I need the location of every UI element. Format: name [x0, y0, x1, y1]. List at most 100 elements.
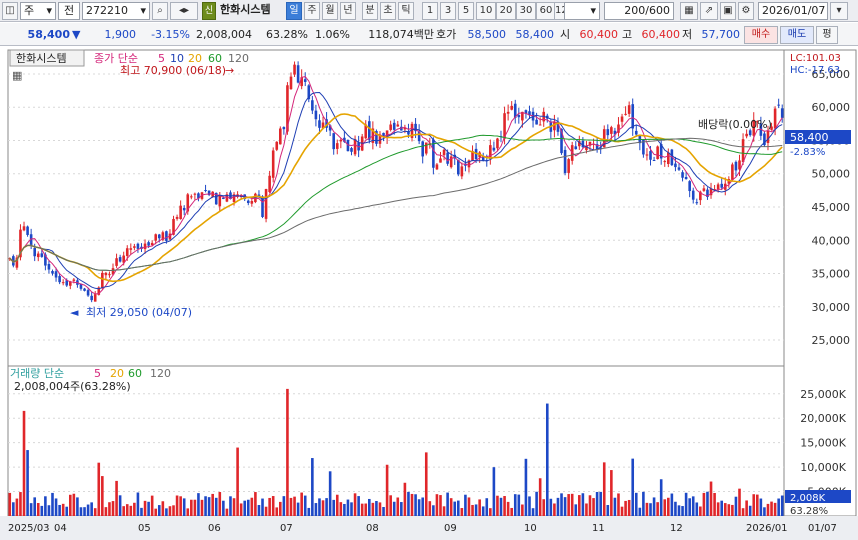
volume-bar	[624, 500, 627, 516]
price-tick-label: 60,000	[812, 101, 851, 114]
volume-bar	[467, 497, 471, 516]
sell-button[interactable]: 매도	[780, 26, 814, 44]
candle-body	[563, 149, 567, 174]
volume-bar	[645, 502, 649, 516]
candle-body	[204, 190, 207, 192]
candle-body	[392, 122, 396, 130]
period-tab-1[interactable]: 일	[286, 2, 302, 20]
interval-10[interactable]: 10	[476, 2, 496, 20]
interval-60[interactable]: 60	[536, 2, 556, 20]
prev-next-icon[interactable]: ◂▸	[170, 2, 198, 20]
volume-bar	[86, 504, 90, 516]
volume-tick-label: 15,000K	[800, 437, 846, 450]
volume-bar	[531, 508, 535, 516]
window-icon[interactable]: ◫	[2, 2, 18, 20]
period-tab-4[interactable]: 년	[340, 2, 356, 20]
last-price-label: 58,400	[790, 131, 829, 144]
stock-code-value: 272210	[86, 4, 128, 17]
stock-code-input[interactable]: 272210 ▾	[82, 2, 150, 20]
volume-bar	[756, 494, 759, 516]
volume-bar	[492, 467, 496, 516]
volume-bar	[588, 495, 592, 516]
volume-bar	[254, 492, 257, 516]
volume-bar	[346, 499, 350, 516]
calendar-icon[interactable]: ▾	[830, 2, 848, 20]
gear-icon[interactable]: ⚙	[738, 2, 754, 20]
period-tab-6[interactable]: 초	[380, 2, 396, 20]
volume-bar	[656, 502, 659, 516]
volume-tick-label: 20,000K	[800, 412, 846, 425]
current-price: 58,400	[27, 28, 70, 41]
volume-bar	[538, 478, 542, 516]
candle-body	[435, 164, 439, 170]
candle-body	[136, 243, 140, 249]
volume-bar	[638, 507, 642, 516]
candle-body	[133, 246, 136, 248]
eval-button[interactable]: 평	[816, 26, 838, 44]
chart-kind-select[interactable]: 전	[58, 2, 80, 20]
volume-bar	[136, 492, 140, 516]
volume-bar	[51, 492, 54, 516]
candle-body	[293, 64, 296, 75]
interval-30[interactable]: 30	[516, 2, 536, 20]
volume-bar	[193, 499, 197, 516]
count-input[interactable]: 200/600	[604, 2, 674, 20]
volume-tick-label: 25,000K	[800, 388, 846, 401]
legend-vol-ma-5: 5	[94, 367, 101, 380]
last-rate-label: -2.83%	[790, 147, 825, 158]
interval-20[interactable]: 20	[496, 2, 516, 20]
period-tab-3[interactable]: 월	[322, 2, 338, 20]
candle-body	[101, 272, 104, 288]
volume-bar	[321, 500, 325, 516]
volume-bar	[382, 506, 385, 516]
volume-bar	[143, 500, 147, 516]
chart-tool-icon[interactable]: ⇗	[700, 2, 718, 20]
candle-body	[61, 282, 65, 284]
volume-bar	[748, 505, 752, 516]
date-input[interactable]: 2026/01/07	[758, 2, 828, 20]
stock-chart[interactable]: 25,00030,00035,00040,00045,00050,00055,0…	[0, 46, 858, 540]
volume-bar	[236, 447, 239, 516]
candle-body	[695, 202, 699, 204]
volume-bar	[207, 497, 211, 516]
candle-body	[510, 105, 513, 110]
search-icon[interactable]: ⌕	[152, 2, 168, 20]
candle-body	[567, 159, 570, 173]
volume-bar	[723, 503, 727, 516]
volume-bar	[129, 505, 133, 516]
period-tab-2[interactable]: 주	[304, 2, 320, 20]
volume-bar	[115, 480, 118, 516]
volume-bar	[325, 498, 328, 516]
volume-ratio: 63.28%	[266, 28, 308, 41]
candle-body	[780, 108, 784, 118]
candle-body	[33, 247, 36, 257]
volume-bar	[478, 499, 481, 516]
period-tab-7[interactable]: 틱	[398, 2, 414, 20]
volume-bar	[610, 470, 613, 516]
settings-grid-icon[interactable]: ▦	[680, 2, 698, 20]
volume-bar	[642, 491, 645, 516]
volume-bar	[424, 452, 428, 516]
interval-1[interactable]: 1	[422, 2, 438, 20]
volume-bar	[314, 503, 318, 516]
date-tick-label: 2025/03	[8, 523, 50, 534]
candle-body	[702, 188, 706, 191]
volume-bar	[385, 464, 389, 516]
period-extra-select[interactable]: ▾	[564, 2, 600, 20]
volume-bar	[61, 503, 65, 516]
interval-3[interactable]: 3	[440, 2, 456, 20]
interval-5[interactable]: 5	[458, 2, 474, 20]
candle-body	[154, 234, 158, 241]
buy-button[interactable]: 매수	[744, 26, 778, 44]
volume-bar	[65, 506, 69, 516]
period-tab-5[interactable]: 분	[362, 2, 378, 20]
volume-bar	[357, 496, 360, 516]
candle-body	[72, 279, 76, 281]
candle-body	[58, 276, 61, 283]
date-tick-label: 08	[366, 523, 379, 534]
low-annotation: 최저 29,050 (04/07)	[86, 306, 192, 319]
market-select[interactable]: 주 ▾	[20, 2, 56, 20]
volume-bar	[659, 479, 663, 516]
save-icon[interactable]: ▣	[720, 2, 736, 20]
low-label: 저	[682, 28, 693, 41]
